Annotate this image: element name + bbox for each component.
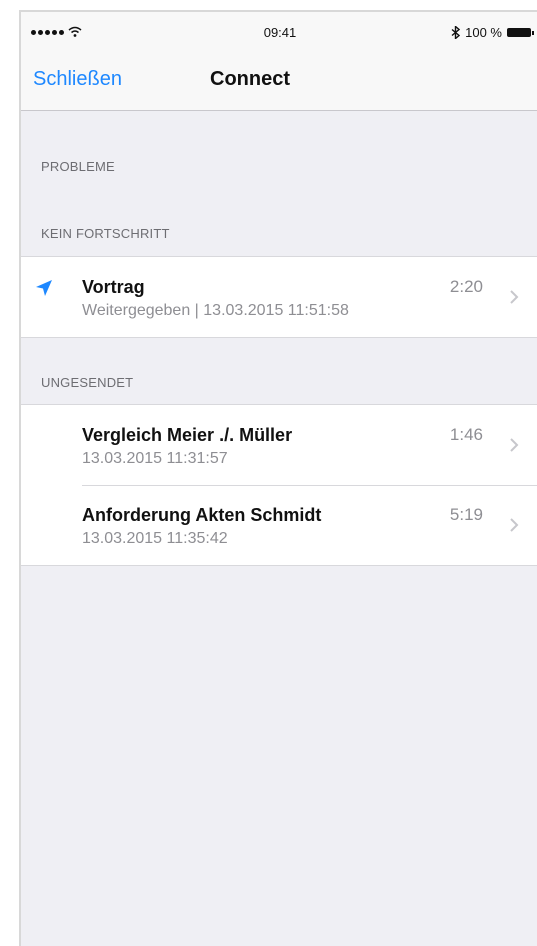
item-subtitle: 13.03.2015 11:31:57 xyxy=(82,450,228,467)
item-subtitle: 13.03.2015 11:35:42 xyxy=(82,530,228,547)
phone-screen: 09:41 100 % Schließen Connect PROBLEME K… xyxy=(19,10,537,946)
section-header-no-progress: KEIN FORTSCHRITT xyxy=(41,226,170,241)
chevron-right-icon xyxy=(510,290,519,304)
item-duration: 1:46 xyxy=(449,425,483,444)
list-item[interactable]: Vortrag Weitergegeben | 13.03.2015 11:51… xyxy=(21,257,537,337)
list-item[interactable]: Vergleich Meier ./. Müller 13.03.2015 11… xyxy=(21,405,537,485)
item-title: Vortrag xyxy=(82,277,145,297)
status-bar: 09:41 100 % xyxy=(21,12,537,54)
item-title: Anforderung Akten Schmidt xyxy=(82,505,322,525)
chevron-right-icon xyxy=(510,518,519,532)
chevron-right-icon xyxy=(510,438,519,452)
status-right: 100 % xyxy=(451,25,534,40)
battery-icon xyxy=(507,28,534,37)
section-header-unsent: UNGESENDET xyxy=(41,375,134,390)
item-duration: 5:19 xyxy=(449,505,483,524)
section-header-problems: PROBLEME xyxy=(41,159,115,174)
item-subtitle: Weitergegeben | 13.03.2015 11:51:58 xyxy=(82,302,349,319)
no-progress-list: Vortrag Weitergegeben | 13.03.2015 11:51… xyxy=(21,256,537,338)
send-icon xyxy=(36,280,52,296)
unsent-list: Vergleich Meier ./. Müller 13.03.2015 11… xyxy=(21,404,537,566)
list-item[interactable]: Anforderung Akten Schmidt 13.03.2015 11:… xyxy=(21,485,537,565)
bluetooth-icon xyxy=(451,26,461,39)
page-title: Connect xyxy=(210,68,290,90)
item-title: Vergleich Meier ./. Müller xyxy=(82,425,293,445)
battery-percentage: 100 % xyxy=(465,25,502,40)
navigation-bar: Schließen Connect xyxy=(21,54,537,111)
item-duration: 2:20 xyxy=(449,277,483,296)
